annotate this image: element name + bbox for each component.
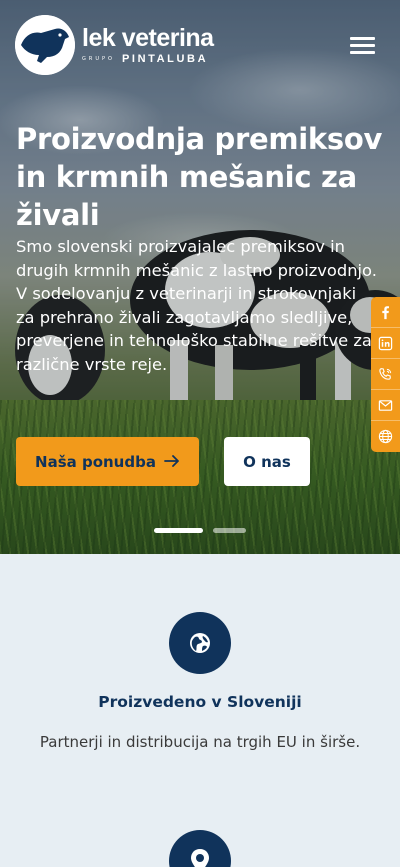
phone-icon[interactable] xyxy=(371,359,400,390)
logo[interactable]: lek veterina GRUPO PINTALUBA xyxy=(15,15,214,75)
our-offer-button-label: Naša ponudba xyxy=(35,452,156,471)
about-us-button-label: O nas xyxy=(243,452,291,471)
logo-text: lek veterina GRUPO PINTALUBA xyxy=(82,25,214,65)
facebook-icon[interactable] xyxy=(371,297,400,328)
feature-text: Partnerji in distribucija na trgih EU in… xyxy=(39,733,361,751)
about-us-button[interactable]: O nas xyxy=(224,437,310,486)
logo-grupo: GRUPO xyxy=(82,56,115,62)
slider-dot-2[interactable] xyxy=(213,528,246,533)
social-sidebar xyxy=(371,297,400,452)
slider-dot-1[interactable] xyxy=(154,528,203,533)
hero-description: Smo slovenski proizvajalec premiksov in … xyxy=(16,237,377,374)
globe-icon[interactable] xyxy=(371,421,400,452)
globe-europe-icon xyxy=(169,612,231,674)
mail-icon[interactable] xyxy=(371,390,400,421)
logo-mark-icon xyxy=(15,15,75,75)
logo-subtitle: PINTALUBA xyxy=(122,53,209,65)
hero-section: lek veterina GRUPO PINTALUBA Proizvodnja… xyxy=(0,0,400,554)
our-offer-button[interactable]: Naša ponudba xyxy=(16,437,199,486)
linkedin-icon[interactable] xyxy=(371,328,400,359)
arrow-right-icon xyxy=(164,452,180,472)
logo-title: lek veterina xyxy=(82,24,214,52)
hero-title: Proizvodnja premiksov in krmnih mešanic … xyxy=(16,122,383,232)
location-pin-icon xyxy=(169,830,231,867)
logo-subtitle-row: GRUPO PINTALUBA xyxy=(82,53,214,65)
feature-title: Proizvedeno v Sloveniji xyxy=(98,693,302,711)
hamburger-menu-icon[interactable] xyxy=(350,35,375,55)
